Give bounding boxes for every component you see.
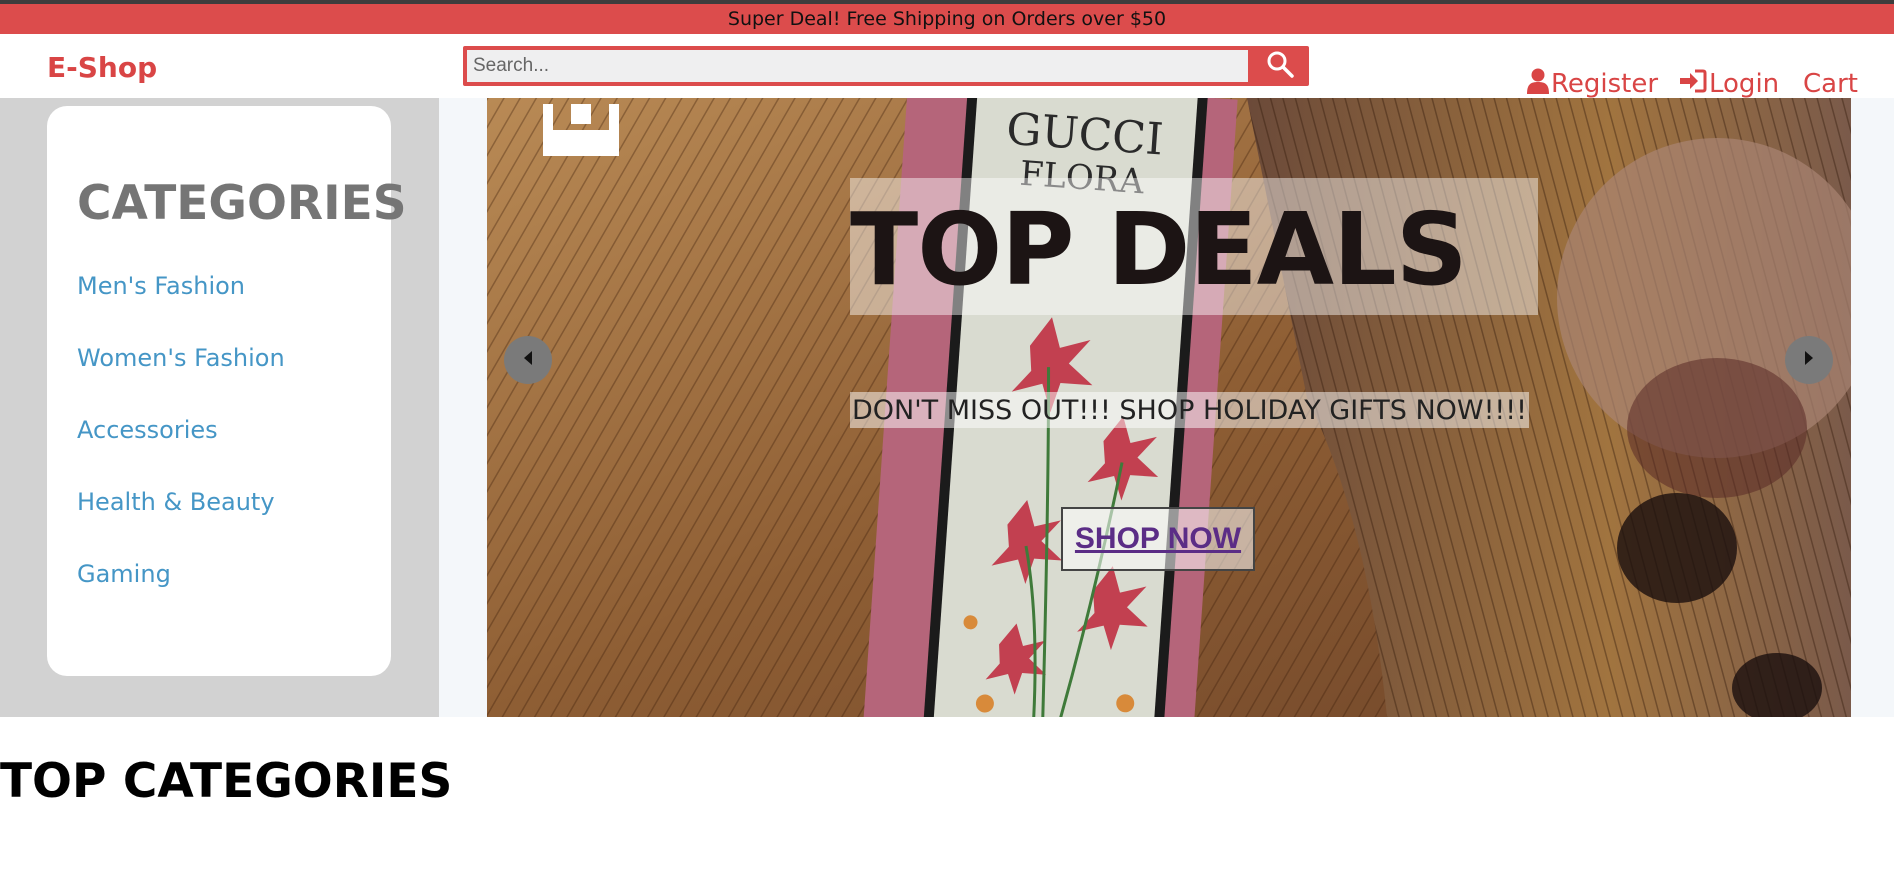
category-gaming[interactable]: Gaming — [77, 560, 171, 588]
carousel-next-button[interactable] — [1785, 336, 1833, 384]
hero-subtitle: DON'T MISS OUT!!! SHOP HOLIDAY GIFTS NOW… — [850, 392, 1529, 428]
cart-label: Cart — [1803, 69, 1858, 99]
category-womens-fashion[interactable]: Women's Fashion — [77, 344, 285, 372]
site-header: E-Shop Register Login — [0, 34, 1894, 101]
register-label: Register — [1551, 69, 1659, 99]
category-mens-fashion[interactable]: Men's Fashion — [77, 272, 245, 300]
category-health-beauty[interactable]: Health & Beauty — [77, 488, 275, 516]
promo-text: Super Deal! Free Shipping on Orders over… — [727, 8, 1167, 30]
search-icon — [1266, 50, 1294, 82]
categories-title: CATEGORIES — [77, 176, 407, 231]
category-accessories[interactable]: Accessories — [77, 416, 218, 444]
search-button[interactable] — [1251, 46, 1309, 86]
top-categories-heading: TOP CATEGORIES — [0, 754, 453, 809]
hero-title-box: TOP DEALS — [850, 178, 1538, 315]
site-logo[interactable]: E-Shop — [47, 51, 157, 84]
hero-title: TOP DEALS — [850, 191, 1468, 308]
user-icon — [1527, 68, 1551, 101]
sign-in-icon — [1679, 69, 1709, 100]
sidebar: CATEGORIES Men's Fashion Women's Fashion… — [0, 98, 439, 717]
search-bar — [463, 46, 1309, 86]
shop-now-button[interactable]: SHOP NOW — [1061, 507, 1255, 571]
caret-left-icon — [521, 350, 535, 370]
promo-banner: Super Deal! Free Shipping on Orders over… — [0, 4, 1894, 34]
carousel-indicator-mark — [543, 104, 619, 160]
search-input[interactable] — [467, 50, 1248, 82]
login-label: Login — [1709, 69, 1780, 99]
hero-carousel: GUCCI FLORA TOP DEALS DON'T MISS OUT!!! … — [487, 98, 1851, 717]
categories-card: CATEGORIES Men's Fashion Women's Fashion… — [47, 106, 407, 676]
caret-right-icon — [1802, 350, 1816, 370]
carousel-prev-button[interactable] — [504, 336, 552, 384]
